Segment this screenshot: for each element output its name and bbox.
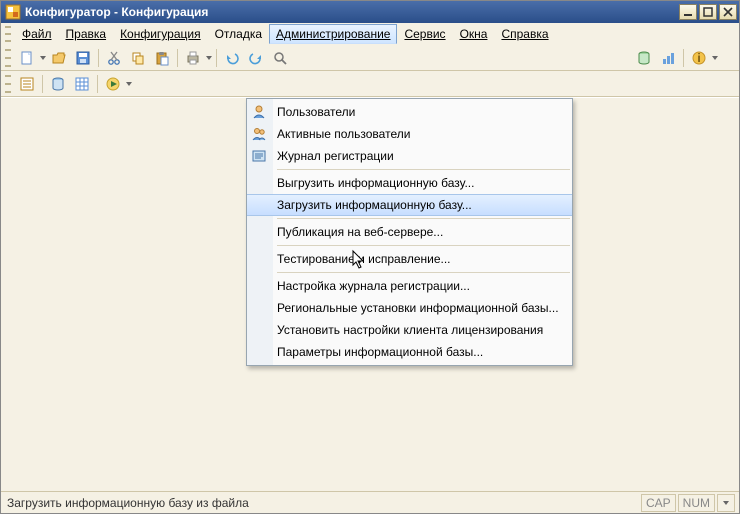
menu-separator	[277, 272, 570, 273]
tool-run-button[interactable]	[102, 73, 124, 95]
menu-separator	[277, 218, 570, 219]
menu-item-import-ib[interactable]: Загрузить информационную базу...	[247, 194, 572, 216]
print-dropdown[interactable]	[205, 56, 213, 60]
menu-item-label: Журнал регистрации	[277, 149, 394, 163]
status-text: Загрузить информационную базу из файла	[5, 496, 639, 510]
menu-item-label: Загрузить информационную базу...	[277, 198, 472, 212]
menu-bar: Файл Правка Конфигурация Отладка Админис…	[1, 23, 739, 45]
log-icon	[251, 148, 267, 164]
app-icon	[5, 4, 21, 20]
tool-db[interactable]	[633, 47, 655, 69]
tool-help-dropdown[interactable]	[711, 56, 719, 60]
menu-item-label: Настройка журнала регистрации...	[277, 279, 470, 293]
menu-admin[interactable]: Администрирование	[269, 24, 397, 44]
separator	[177, 49, 178, 67]
separator	[683, 49, 684, 67]
menu-help[interactable]: Справка	[494, 24, 555, 44]
toolbar-main: i	[1, 45, 739, 71]
menu-item-label: Тестирование и исправление...	[277, 252, 451, 266]
menu-item-label: Публикация на веб-сервере...	[277, 225, 443, 239]
menu-item-label: Пользователи	[277, 105, 355, 119]
tool-grid-icon[interactable]	[71, 73, 93, 95]
maximize-button[interactable]	[699, 4, 717, 20]
menu-separator	[277, 169, 570, 170]
admin-dropdown-menu: Пользователи Активные пользователи Журна…	[246, 98, 573, 366]
toolbar-grip	[5, 75, 11, 93]
new-doc-button[interactable]	[16, 47, 38, 69]
save-button[interactable]	[72, 47, 94, 69]
menu-item-label: Активные пользователи	[277, 127, 410, 141]
work-area: Пользователи Активные пользователи Журна…	[1, 97, 739, 491]
app-window: Конфигуратор - Конфигурация Файл Правка …	[0, 0, 740, 514]
menu-item-export-ib[interactable]: Выгрузить информационную базу...	[247, 172, 572, 194]
svg-text:i: i	[697, 51, 700, 65]
minimize-button[interactable]	[679, 4, 697, 20]
menu-file[interactable]: Файл	[15, 24, 59, 44]
open-button[interactable]	[48, 47, 70, 69]
menu-service[interactable]: Сервис	[397, 24, 452, 44]
print-button[interactable]	[182, 47, 204, 69]
menu-item-ib-params[interactable]: Параметры информационной базы...	[247, 341, 572, 363]
menu-windows[interactable]: Окна	[453, 24, 495, 44]
redo-button[interactable]	[245, 47, 267, 69]
tool-config-tree[interactable]	[16, 73, 38, 95]
users-icon	[251, 126, 267, 142]
status-bar: Загрузить информационную базу из файла C…	[1, 491, 739, 513]
separator	[97, 75, 98, 93]
new-doc-dropdown[interactable]	[39, 56, 47, 60]
title-bar: Конфигуратор - Конфигурация	[1, 1, 739, 23]
find-button[interactable]	[269, 47, 291, 69]
menu-item-log-setup[interactable]: Настройка журнала регистрации...	[247, 275, 572, 297]
menu-config[interactable]: Конфигурация	[113, 24, 208, 44]
toolbar-grip	[5, 49, 11, 67]
menu-item-regional[interactable]: Региональные установки информационной ба…	[247, 297, 572, 319]
menu-item-label: Параметры информационной базы...	[277, 345, 483, 359]
tool-run-dropdown[interactable]	[125, 82, 133, 86]
status-dropdown[interactable]	[717, 494, 735, 512]
separator	[98, 49, 99, 67]
separator	[42, 75, 43, 93]
menu-item-label: Выгрузить информационную базу...	[277, 176, 474, 190]
menu-item-event-log[interactable]: Журнал регистрации	[247, 145, 572, 167]
menu-item-label: Региональные установки информационной ба…	[277, 301, 559, 315]
tool-chart[interactable]	[657, 47, 679, 69]
paste-button[interactable]	[151, 47, 173, 69]
menu-debug[interactable]: Отладка	[208, 24, 269, 44]
status-cap: CAP	[641, 494, 676, 512]
copy-button[interactable]	[127, 47, 149, 69]
menu-item-label: Установить настройки клиента лицензирова…	[277, 323, 543, 337]
cut-button[interactable]	[103, 47, 125, 69]
tool-help-info[interactable]: i	[688, 47, 710, 69]
menu-grip	[5, 26, 11, 42]
menu-item-license[interactable]: Установить настройки клиента лицензирова…	[247, 319, 572, 341]
menu-item-publish[interactable]: Публикация на веб-сервере...	[247, 221, 572, 243]
undo-button[interactable]	[221, 47, 243, 69]
separator	[216, 49, 217, 67]
menu-edit[interactable]: Правка	[59, 24, 114, 44]
toolbar-secondary	[1, 71, 739, 97]
menu-item-active-users[interactable]: Активные пользователи	[247, 123, 572, 145]
user-icon	[251, 104, 267, 120]
menu-item-test-fix[interactable]: Тестирование и исправление...	[247, 248, 572, 270]
window-title: Конфигуратор - Конфигурация	[25, 5, 677, 19]
status-num: NUM	[678, 494, 715, 512]
tool-db-icon[interactable]	[47, 73, 69, 95]
menu-separator	[277, 245, 570, 246]
close-button[interactable]	[719, 4, 737, 20]
menu-item-users[interactable]: Пользователи	[247, 101, 572, 123]
